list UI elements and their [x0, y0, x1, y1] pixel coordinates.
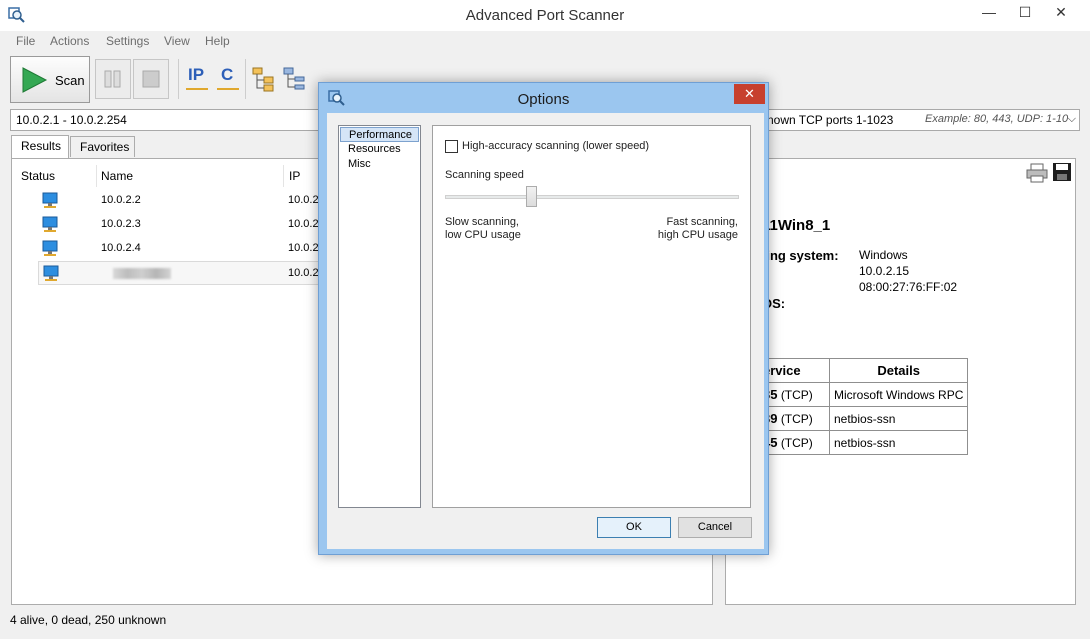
high-accuracy-checkbox[interactable] [445, 140, 458, 153]
row-name: 10.0.2.4 [101, 242, 141, 254]
c-subnet-icon[interactable]: C [216, 65, 240, 93]
speed-slider-track[interactable] [445, 195, 739, 199]
os-label: ting system: [762, 248, 839, 263]
ip-range-value: 10.0.2.1 - 10.0.2.254 [16, 113, 127, 127]
cancel-button[interactable]: Cancel [678, 517, 752, 538]
menu-settings[interactable]: Settings [106, 34, 149, 48]
ip-subnet-icon[interactable]: IP [185, 65, 209, 93]
computer-icon [43, 265, 59, 281]
menu-file[interactable]: File [16, 34, 35, 48]
fast-scanning-line2: high CPU usage [657, 229, 738, 241]
details-panel: 11Win8_1 ting system: Windows 10.0.2.15 … [725, 158, 1076, 605]
ip-value: 10.0.2.15 [859, 264, 910, 278]
fast-scanning-line1: Fast scanning, [666, 216, 738, 228]
stop-icon [142, 70, 160, 88]
options-nav: Performance Resources Misc [338, 125, 421, 508]
redacted-name [113, 268, 171, 279]
service-details: Microsoft Windows RPC [828, 382, 969, 407]
speed-slider-thumb[interactable] [526, 186, 537, 207]
stop-button[interactable] [133, 59, 169, 99]
column-status[interactable]: Status [21, 169, 55, 183]
play-icon [22, 67, 48, 93]
options-dialog: Options ✕ Performance Resources Misc Hig… [318, 82, 769, 555]
header-service: ervice [758, 358, 830, 383]
high-accuracy-label: High-accuracy scanning (lower speed) [462, 140, 650, 152]
slow-scanning-line2: low CPU usage [445, 229, 521, 241]
column-ip[interactable]: IP [289, 169, 300, 183]
scan-button[interactable]: Scan [10, 56, 90, 103]
maximize-button[interactable]: ☐ [1010, 0, 1040, 24]
service-details: netbios-ssn [828, 430, 969, 455]
scan-label: Scan [55, 73, 85, 88]
tab-results[interactable]: Results [11, 135, 69, 158]
row-ip: 10.0.2 [288, 218, 319, 230]
dialog-title: Options [517, 91, 570, 108]
ok-button[interactable]: OK [597, 517, 671, 538]
header-details: Details [828, 358, 969, 383]
column-separator [283, 165, 284, 187]
table-row: 39 (TCP) netbios-ssn [758, 406, 969, 431]
column-separator [96, 165, 97, 187]
close-button[interactable]: ✕ [1046, 0, 1076, 24]
title-bar: Advanced Port Scanner — ☐ ✕ [0, 0, 1090, 31]
row-name: 10.0.2.2 [101, 194, 141, 206]
dialog-body: Performance Resources Misc High-accuracy… [327, 113, 764, 549]
service-proto: (TCP) [780, 412, 813, 426]
status-bar: 4 alive, 0 dead, 250 unknown [0, 607, 1090, 639]
table-row: 35 (TCP) Microsoft Windows RPC [758, 382, 969, 407]
ports-field[interactable]: nown TCP ports 1-1023 [767, 113, 893, 127]
row-name: 10.0.2.3 [101, 218, 141, 230]
row-ip: 10.0.2 [288, 242, 319, 254]
computer-icon [42, 192, 58, 208]
chevron-down-icon[interactable]: ⌵ [1068, 113, 1076, 126]
performance-panel: High-accuracy scanning (lower speed) Sca… [432, 125, 751, 508]
menu-view[interactable]: View [164, 34, 190, 48]
printer-icon[interactable] [1026, 163, 1048, 183]
service-details: netbios-ssn [828, 406, 969, 431]
toolbar-separator [178, 59, 179, 99]
nav-misc[interactable]: Misc [340, 157, 419, 172]
row-ip: 10.0.2 [288, 267, 319, 279]
status-text: 4 alive, 0 dead, 250 unknown [10, 613, 167, 627]
service-proto: (TCP) [780, 436, 813, 450]
menu-help[interactable]: Help [205, 34, 230, 48]
expand-tree-icon[interactable] [252, 65, 276, 93]
services-table: ervice Details 35 (TCP) Microsoft Window… [758, 358, 969, 455]
window-title: Advanced Port Scanner [465, 7, 625, 24]
slow-scanning-line1: Slow scanning, [445, 216, 519, 228]
table-row: 45 (TCP) netbios-ssn [758, 430, 969, 455]
pause-button[interactable] [95, 59, 131, 99]
os-value: Windows [859, 248, 908, 262]
menu-bar: File Actions Settings View Help [0, 31, 1090, 51]
computer-icon [42, 240, 58, 256]
ports-example-hint: Example: 80, 443, UDP: 1-10 [925, 113, 1069, 125]
pause-icon [104, 70, 121, 88]
mac-value: 08:00:27:76:FF:02 [859, 280, 958, 294]
computer-icon [42, 216, 58, 232]
scanning-speed-label: Scanning speed [445, 169, 524, 181]
nav-performance[interactable]: Performance [340, 127, 419, 142]
column-name[interactable]: Name [101, 169, 133, 183]
row-ip: 10.0.2 [288, 194, 319, 206]
collapse-tree-icon[interactable] [283, 65, 307, 93]
toolbar-separator [245, 59, 246, 99]
minimize-button[interactable]: — [974, 0, 1004, 24]
save-icon[interactable] [1052, 162, 1072, 182]
tab-favorites[interactable]: Favorites [70, 136, 135, 157]
host-name: 11Win8_1 [762, 217, 831, 234]
dialog-close-button[interactable]: ✕ [734, 84, 765, 104]
nav-resources[interactable]: Resources [340, 142, 419, 157]
service-proto: (TCP) [780, 388, 813, 402]
menu-actions[interactable]: Actions [50, 34, 89, 48]
